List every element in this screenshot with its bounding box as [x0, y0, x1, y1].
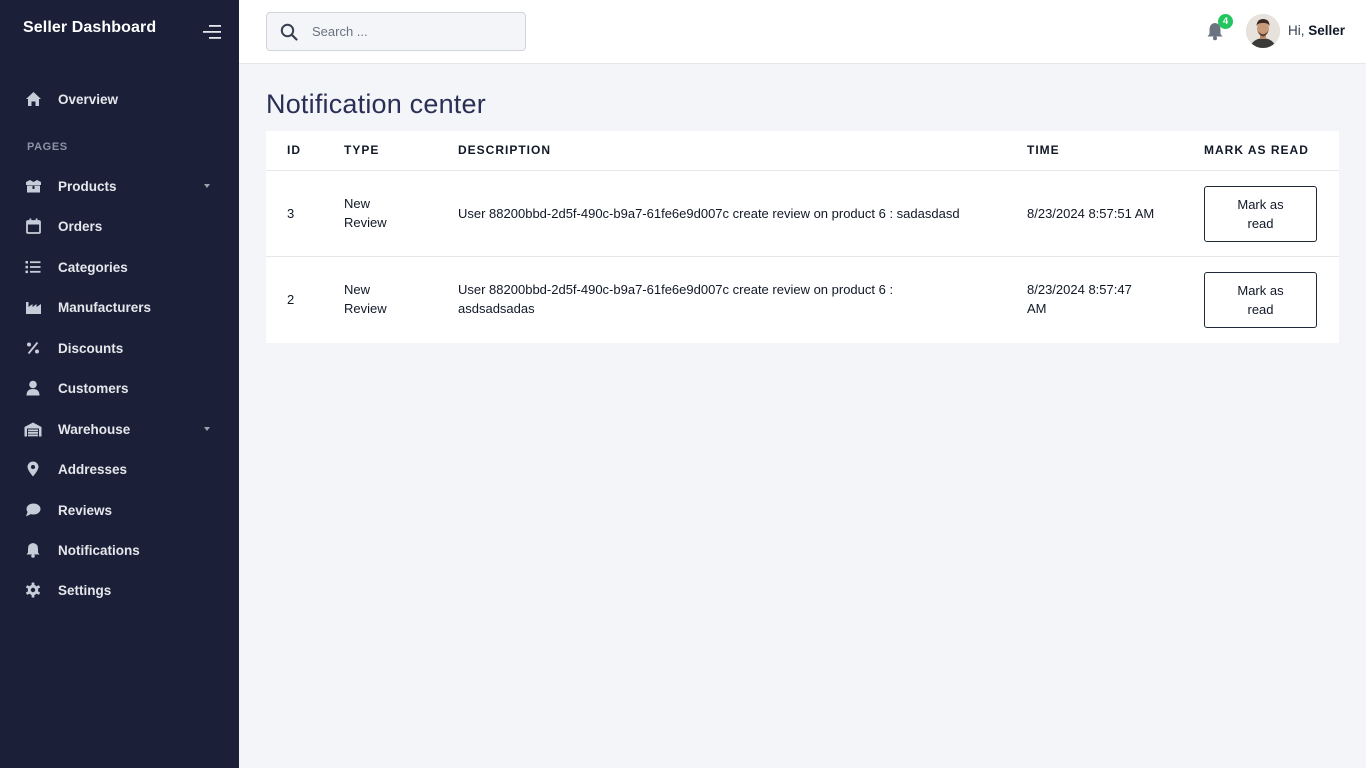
- page-title: Notification center: [266, 89, 486, 119]
- mark-as-read-button[interactable]: Mark as read: [1204, 186, 1317, 242]
- cell-type: New Review: [344, 282, 387, 316]
- sidebar-item-label: Orders: [58, 218, 103, 234]
- sidebar-item-label: Products: [58, 178, 117, 194]
- sidebar: Seller Dashboard Overview PAGES Products…: [0, 0, 239, 768]
- warehouse-icon: [24, 420, 42, 438]
- cell-time: 8/23/2024 8:57:47 AM: [1027, 282, 1132, 316]
- sidebar-item-label: Reviews: [58, 502, 113, 518]
- table-row: 3 New Review User 88200bbd-2d5f-490c-b9a…: [266, 170, 1339, 256]
- sidebar-item-label: Addresses: [58, 461, 128, 477]
- sidebar-item-notifications[interactable]: Notifications: [0, 531, 239, 569]
- factory-icon: [24, 298, 42, 316]
- sidebar-item-label: Warehouse: [58, 421, 131, 437]
- search-icon: [280, 23, 298, 41]
- notification-count-badge: 4: [1218, 14, 1233, 29]
- cell-id: 3: [287, 206, 295, 221]
- topbar: 4 Hi, Seller: [239, 0, 1366, 64]
- menu-toggle-icon[interactable]: [201, 22, 223, 42]
- gear-icon: [24, 581, 42, 599]
- sidebar-item-products[interactable]: Products: [0, 167, 239, 205]
- search-input[interactable]: [312, 13, 512, 50]
- list-icon: [24, 258, 42, 276]
- sidebar-item-label: Manufacturers: [58, 299, 152, 315]
- chevron-down-icon[interactable]: [204, 427, 210, 431]
- cell-description: User 88200bbd-2d5f-490c-b9a7-61fe6e9d007…: [458, 206, 960, 221]
- sidebar-item-addresses[interactable]: Addresses: [0, 450, 239, 488]
- sidebar-item-discounts[interactable]: Discounts: [0, 329, 239, 367]
- sidebar-item-customers[interactable]: Customers: [0, 369, 239, 407]
- sidebar-item-label: Overview: [58, 91, 119, 107]
- user-greeting: Hi, Seller: [1288, 23, 1345, 38]
- calendar-icon: [24, 217, 42, 235]
- greeting-prefix: Hi,: [1288, 23, 1309, 38]
- sidebar-item-label: Discounts: [58, 340, 124, 356]
- sidebar-item-settings[interactable]: Settings: [0, 571, 239, 609]
- user-icon: [24, 379, 42, 397]
- section-label-pages: PAGES: [27, 141, 68, 153]
- sidebar-item-label: Customers: [58, 380, 129, 396]
- home-icon: [24, 90, 42, 108]
- chevron-down-icon[interactable]: [204, 184, 210, 188]
- notifications-table: ID TYPE DESCRIPTION TIME MARK AS READ 3 …: [266, 131, 1339, 343]
- column-header-type: TYPE: [344, 143, 380, 157]
- brand-title: Seller Dashboard: [23, 19, 157, 36]
- column-header-time: TIME: [1027, 143, 1060, 157]
- bell-icon: [24, 541, 42, 559]
- sidebar-item-manufacturers[interactable]: Manufacturers: [0, 288, 239, 326]
- chat-icon: [24, 501, 42, 519]
- cell-description: User 88200bbd-2d5f-490c-b9a7-61fe6e9d007…: [458, 282, 894, 316]
- percent-icon: [24, 339, 42, 357]
- column-header-description: DESCRIPTION: [458, 143, 552, 157]
- column-header-id: ID: [287, 143, 301, 157]
- sidebar-item-overview[interactable]: Overview: [0, 80, 239, 118]
- sidebar-item-label: Notifications: [58, 542, 140, 558]
- mark-as-read-button[interactable]: Mark as read: [1204, 272, 1317, 328]
- cell-id: 2: [287, 292, 295, 307]
- box-icon: [24, 177, 42, 195]
- column-header-mark-as-read: MARK AS READ: [1204, 143, 1309, 157]
- cell-type: New Review: [344, 196, 387, 230]
- map-pin-icon: [24, 460, 42, 478]
- sidebar-item-orders[interactable]: Orders: [0, 207, 239, 245]
- sidebar-item-categories[interactable]: Categories: [0, 248, 239, 286]
- sidebar-item-label: Categories: [58, 259, 128, 275]
- sidebar-item-label: Settings: [58, 582, 112, 598]
- search-box[interactable]: [266, 12, 526, 51]
- user-name: Seller: [1308, 23, 1346, 38]
- sidebar-item-reviews[interactable]: Reviews: [0, 491, 239, 529]
- avatar[interactable]: [1246, 14, 1280, 48]
- sidebar-item-warehouse[interactable]: Warehouse: [0, 410, 239, 448]
- table-row: 2 New Review User 88200bbd-2d5f-490c-b9a…: [266, 256, 1339, 343]
- cell-time: 8/23/2024 8:57:51 AM: [1027, 206, 1155, 221]
